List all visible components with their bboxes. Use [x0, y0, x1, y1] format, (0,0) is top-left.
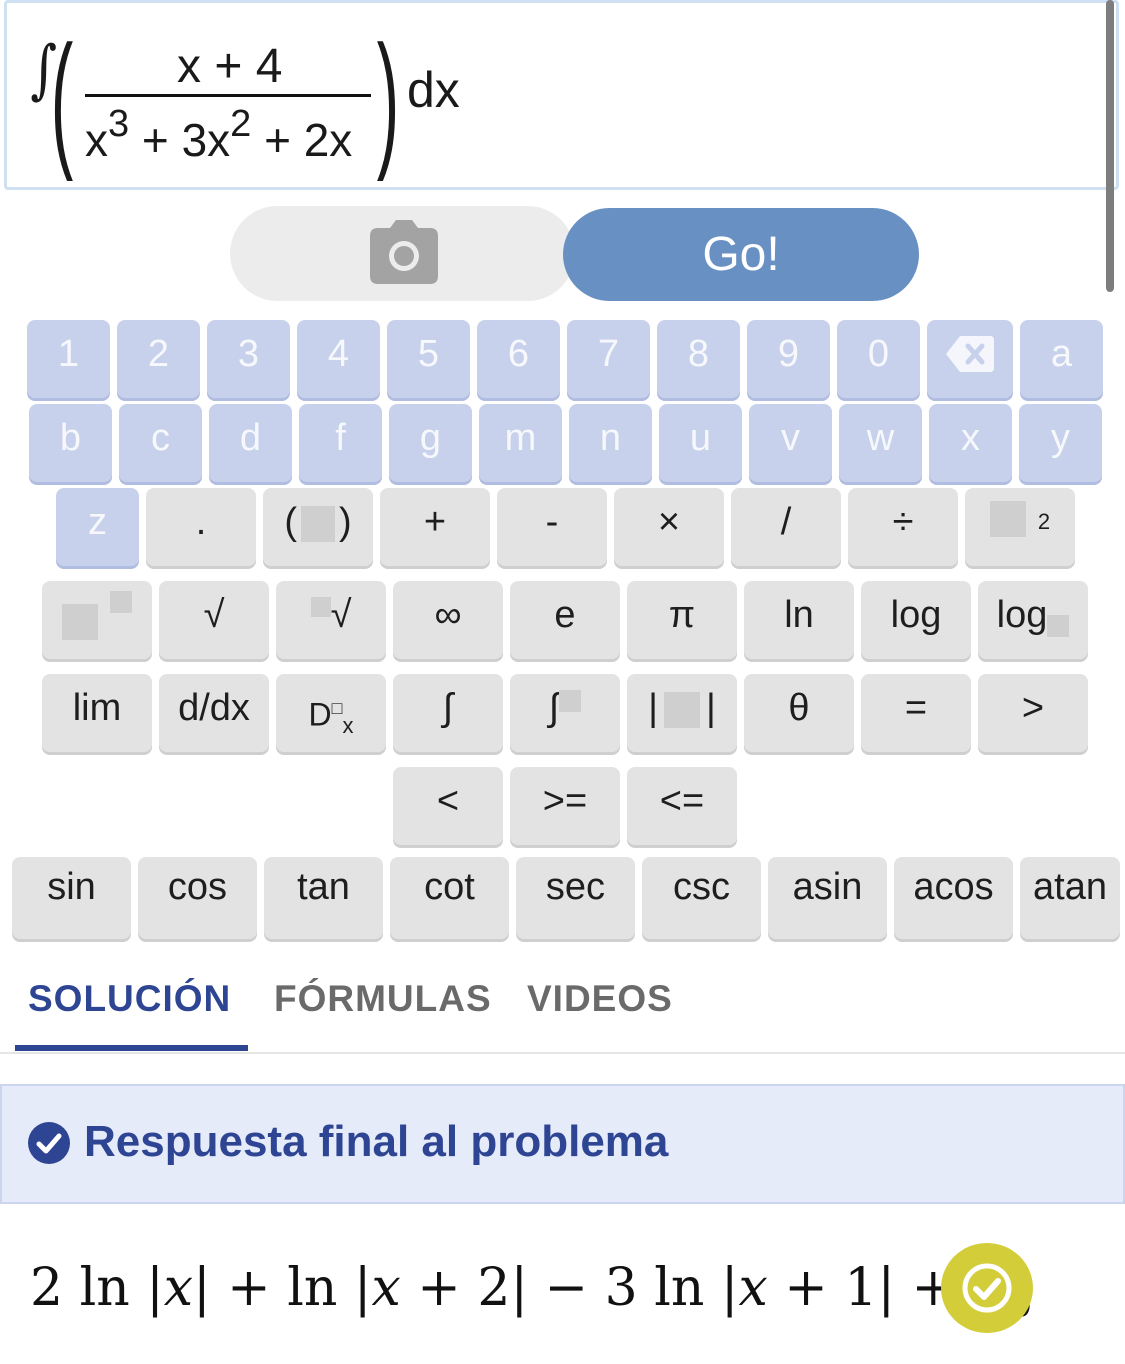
answer-title: Respuesta final al problema	[84, 1117, 669, 1166]
placeholder-box	[110, 591, 132, 613]
key-c[interactable]: c	[119, 404, 202, 482]
key-lim[interactable]: lim	[42, 674, 152, 752]
key-cos[interactable]: cos	[138, 857, 257, 939]
differential: dx	[407, 62, 460, 118]
key-z[interactable]: z	[56, 488, 139, 566]
fraction-denominator: x3 + 3x2 + 2x	[85, 103, 353, 166]
active-tab-indicator	[15, 1045, 248, 1051]
fraction-numerator: x + 4	[177, 40, 283, 93]
placeholder-box	[62, 603, 98, 640]
key-log[interactable]: log	[861, 581, 971, 659]
camera-button[interactable]	[230, 206, 575, 301]
key-x[interactable]: x	[929, 404, 1012, 482]
key-csc[interactable]: csc	[642, 857, 761, 939]
right-paren: )	[376, 14, 400, 182]
key-log-base[interactable]: log	[978, 581, 1088, 659]
key-divide[interactable]: ÷	[848, 488, 958, 566]
key-w[interactable]: w	[839, 404, 922, 482]
key-absolute[interactable]: | |	[627, 674, 737, 752]
key-definite-integral[interactable]: ∫	[510, 674, 620, 752]
key-7[interactable]: 7	[567, 320, 650, 398]
key-sec[interactable]: sec	[516, 857, 635, 939]
placeholder-box	[664, 691, 700, 728]
key-derivative[interactable]: D□x	[276, 674, 386, 752]
tab-videos[interactable]: VIDEOS	[527, 978, 673, 1020]
key-parentheses[interactable]: ()	[263, 488, 373, 566]
math-input-field[interactable]: ∫ ( x + 4 x3 + 3x2 + 2x ) dx	[4, 0, 1119, 190]
key-a[interactable]: a	[1020, 320, 1103, 398]
check-circle-icon	[28, 1122, 70, 1164]
key-sqrt[interactable]: √	[159, 581, 269, 659]
key-less-equal[interactable]: <=	[627, 767, 737, 845]
key-slash[interactable]: /	[731, 488, 841, 566]
fraction-bar	[85, 94, 371, 97]
key-6[interactable]: 6	[477, 320, 560, 398]
check-icon	[962, 1263, 1012, 1313]
key-theta[interactable]: θ	[744, 674, 854, 752]
key-cot[interactable]: cot	[390, 857, 509, 939]
key-1[interactable]: 1	[27, 320, 110, 398]
tabs-divider	[0, 1052, 1125, 1054]
answer-expression: 2 ln |x| + ln |x + 2| − 3 ln |x + 1| + C…	[30, 1258, 1032, 1324]
key-tan[interactable]: tan	[264, 857, 383, 939]
key-nth-root[interactable]: √	[276, 581, 386, 659]
key-ln[interactable]: ln	[744, 581, 854, 659]
key-infinity[interactable]: ∞	[393, 581, 503, 659]
key-pi[interactable]: π	[627, 581, 737, 659]
placeholder-box	[989, 500, 1026, 537]
key-0[interactable]: 0	[837, 320, 920, 398]
key-plus[interactable]: +	[380, 488, 490, 566]
placeholder-box	[1047, 615, 1070, 637]
key-less[interactable]: <	[393, 767, 503, 845]
placeholder-box	[301, 505, 335, 542]
key-y[interactable]: y	[1019, 404, 1102, 482]
key-2[interactable]: 2	[117, 320, 200, 398]
key-power[interactable]	[42, 581, 152, 659]
key-v[interactable]: v	[749, 404, 832, 482]
placeholder-box	[559, 690, 582, 712]
tab-solucion[interactable]: SOLUCIÓN	[28, 978, 231, 1020]
camera-icon	[370, 220, 438, 284]
key-ddx[interactable]: d/dx	[159, 674, 269, 752]
key-n[interactable]: n	[569, 404, 652, 482]
verify-button[interactable]	[941, 1243, 1033, 1333]
backspace-key[interactable]	[927, 320, 1013, 398]
key-4[interactable]: 4	[297, 320, 380, 398]
key-g[interactable]: g	[389, 404, 472, 482]
key-asin[interactable]: asin	[768, 857, 887, 939]
key-9[interactable]: 9	[747, 320, 830, 398]
key-5[interactable]: 5	[387, 320, 470, 398]
tab-formulas[interactable]: FÓRMULAS	[274, 978, 492, 1020]
key-u[interactable]: u	[659, 404, 742, 482]
key-atan[interactable]: atan	[1020, 857, 1120, 939]
key-e[interactable]: e	[510, 581, 620, 659]
key-m[interactable]: m	[479, 404, 562, 482]
key-d[interactable]: d	[209, 404, 292, 482]
key-f[interactable]: f	[299, 404, 382, 482]
key-dot[interactable]: .	[146, 488, 256, 566]
key-equals[interactable]: =	[861, 674, 971, 752]
key-square[interactable]: 2	[965, 488, 1075, 566]
key-greater[interactable]: >	[978, 674, 1088, 752]
placeholder-box	[310, 597, 331, 617]
key-acos[interactable]: acos	[894, 857, 1013, 939]
backspace-icon	[946, 336, 994, 372]
key-b[interactable]: b	[29, 404, 112, 482]
scrollbar[interactable]	[1106, 0, 1114, 292]
key-sin[interactable]: sin	[12, 857, 131, 939]
key-3[interactable]: 3	[207, 320, 290, 398]
key-times[interactable]: ×	[614, 488, 724, 566]
left-paren: (	[50, 14, 74, 182]
key-greater-equal[interactable]: >=	[510, 767, 620, 845]
key-integral[interactable]: ∫	[393, 674, 503, 752]
key-minus[interactable]: -	[497, 488, 607, 566]
key-8[interactable]: 8	[657, 320, 740, 398]
go-button[interactable]: Go!	[563, 208, 919, 301]
